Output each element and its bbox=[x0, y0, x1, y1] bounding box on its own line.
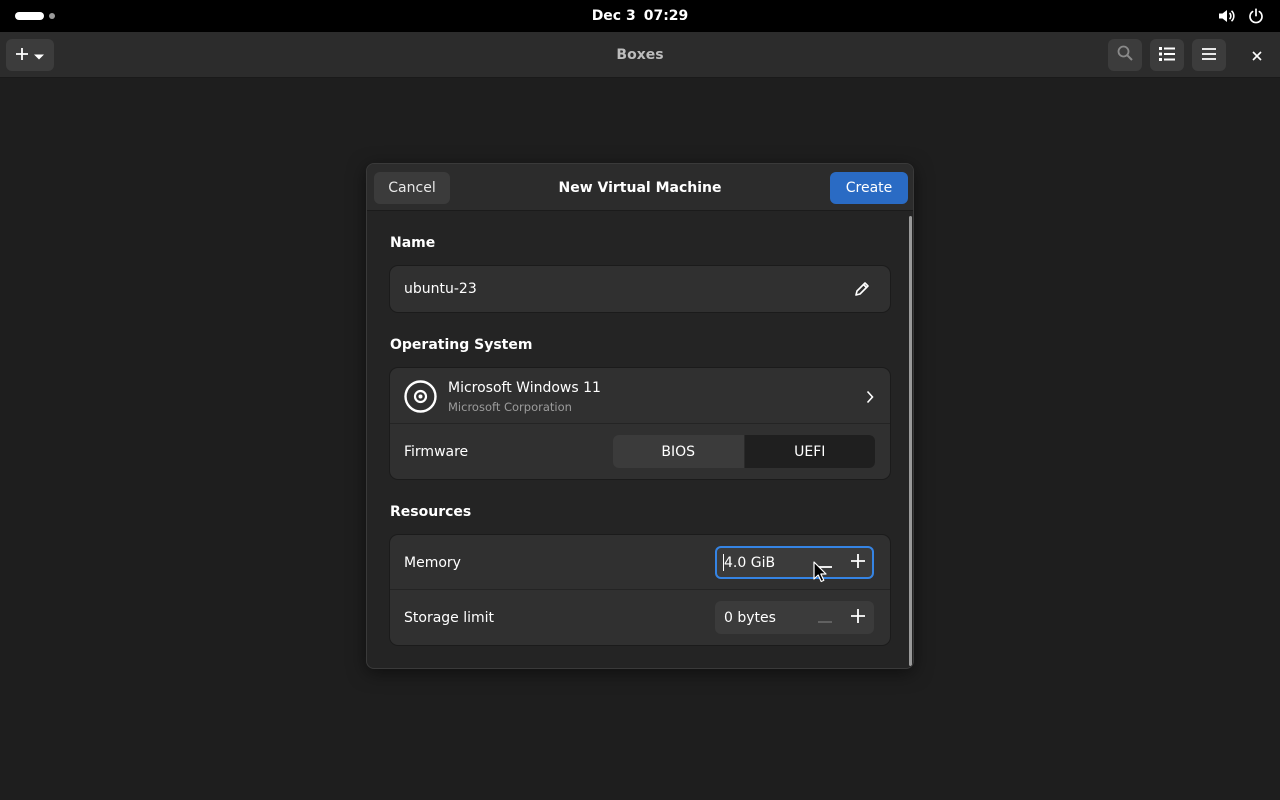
plus-icon bbox=[850, 553, 865, 572]
storage-row: Storage limit 0 bytes bbox=[390, 590, 890, 645]
clock-time: 07:29 bbox=[643, 8, 689, 24]
memory-spinbutton[interactable]: 4.0 GiB bbox=[715, 546, 874, 579]
disc-icon bbox=[404, 380, 437, 417]
firmware-option-uefi[interactable]: UEFI bbox=[744, 435, 875, 468]
close-window-button[interactable] bbox=[1243, 39, 1271, 71]
memory-label: Memory bbox=[404, 554, 461, 571]
mouse-pointer-icon bbox=[813, 561, 827, 587]
system-top-bar: Dec 3 07:29 bbox=[0, 0, 1280, 32]
name-field[interactable]: ubuntu-23 bbox=[390, 266, 890, 312]
os-vendor: Microsoft Corporation bbox=[448, 400, 572, 414]
search-button[interactable] bbox=[1108, 39, 1142, 71]
resources-card: Memory 4.0 GiB Storage limit 0 bytes bbox=[390, 535, 890, 645]
firmware-label: Firmware bbox=[404, 443, 469, 460]
firmware-toggle-group: BIOS UEFI bbox=[613, 435, 875, 468]
memory-increase-button[interactable] bbox=[841, 546, 874, 579]
list-view-icon bbox=[1159, 46, 1175, 65]
main-menu-button[interactable] bbox=[1192, 39, 1226, 71]
os-name: Microsoft Windows 11 bbox=[448, 380, 601, 396]
close-icon bbox=[1252, 46, 1262, 65]
firmware-row: Firmware BIOS UEFI bbox=[390, 424, 890, 479]
name-section-title: Name bbox=[390, 235, 436, 251]
clock[interactable]: Dec 3 07:29 bbox=[0, 0, 1280, 32]
dialog-scrollbar[interactable] bbox=[909, 216, 912, 666]
search-icon bbox=[1117, 45, 1133, 65]
list-view-button[interactable] bbox=[1150, 39, 1184, 71]
plus-icon bbox=[850, 608, 865, 627]
firmware-option-bios[interactable]: BIOS bbox=[613, 435, 745, 468]
window-title: Boxes bbox=[616, 47, 664, 63]
storage-decrease-button[interactable] bbox=[809, 601, 841, 634]
volume-icon[interactable] bbox=[1218, 8, 1236, 24]
os-card: Microsoft Windows 11 Microsoft Corporati… bbox=[390, 368, 890, 479]
dialog-header: Cancel New Virtual Machine Create bbox=[367, 164, 913, 211]
header-bar: Boxes bbox=[0, 32, 1280, 78]
chevron-right-icon bbox=[866, 389, 874, 408]
storage-increase-button[interactable] bbox=[841, 601, 874, 634]
storage-label: Storage limit bbox=[404, 609, 495, 626]
name-value: ubuntu-23 bbox=[404, 281, 477, 297]
memory-value[interactable]: 4.0 GiB bbox=[724, 546, 775, 579]
os-selector-row[interactable]: Microsoft Windows 11 Microsoft Corporati… bbox=[390, 368, 890, 424]
os-section-title: Operating System bbox=[390, 337, 533, 353]
text-caret bbox=[723, 554, 724, 571]
storage-value[interactable]: 0 bytes bbox=[724, 601, 776, 634]
clock-date: Dec 3 bbox=[591, 8, 636, 24]
resources-section-title: Resources bbox=[390, 504, 472, 520]
power-icon[interactable] bbox=[1248, 8, 1264, 24]
hamburger-menu-icon bbox=[1201, 46, 1217, 65]
pencil-edit-icon[interactable] bbox=[854, 281, 870, 301]
new-vm-dialog: Cancel New Virtual Machine Create Name u… bbox=[366, 163, 914, 669]
storage-spinbutton[interactable]: 0 bytes bbox=[715, 601, 874, 634]
create-button[interactable]: Create bbox=[830, 172, 908, 204]
system-status-area[interactable] bbox=[1218, 0, 1264, 32]
minus-icon bbox=[818, 608, 832, 627]
